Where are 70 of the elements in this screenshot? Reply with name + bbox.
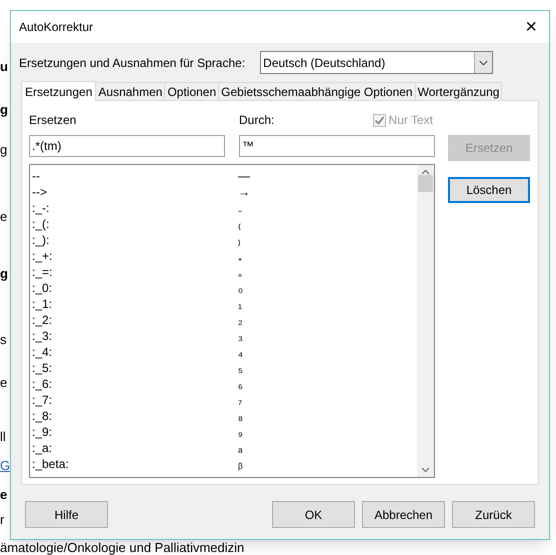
scrollbar[interactable] — [417, 165, 434, 477]
document-heading: u — [0, 60, 8, 73]
table-cell-text: :_+: — [31, 248, 54, 265]
document-link[interactable]: G — [0, 459, 10, 472]
table-cell-text: ₐ — [238, 440, 242, 457]
document-text: e — [0, 376, 8, 389]
table-cell-text: :_a: — [31, 440, 54, 457]
table-cell-text: ₍ — [238, 216, 241, 233]
tab[interactable]: Wortergänzung — [414, 82, 502, 100]
table-cell-text: ₎ — [238, 232, 241, 249]
language-label: Ersetzungen und Ausnahmen für Sprache: — [19, 54, 246, 72]
tab[interactable]: Gebietsschemaabhängige Optionen — [218, 82, 416, 100]
table-cell-text: :_6: — [31, 376, 54, 393]
table-cell-text: :_-: — [31, 200, 50, 217]
dialog-button[interactable]: OK — [272, 501, 355, 528]
table-cell-text: ₄ — [238, 344, 243, 361]
close-button[interactable]: × — [523, 17, 539, 37]
table-cell-text: ₊ — [238, 248, 242, 265]
table-cell-text: ₁ — [238, 296, 242, 313]
scrollbar-thumb[interactable] — [418, 175, 433, 192]
tab[interactable]: Optionen — [164, 82, 220, 100]
document-text: r — [0, 513, 4, 526]
table-cell-text: ₃ — [238, 328, 243, 345]
table-cell-text: :_5: — [31, 360, 54, 377]
table-cell-text: ₂ — [238, 312, 243, 329]
table-cell-text: ₌ — [238, 264, 242, 281]
dialog-button[interactable]: Abbrechen — [362, 501, 445, 528]
table-cell-text: :_7: — [31, 392, 54, 409]
table-cell-text: — — [238, 168, 250, 185]
table-cell-text: --> — [31, 184, 48, 201]
document-heading: g — [0, 267, 8, 280]
text-only-label: Nur Text — [388, 112, 433, 129]
table-cell-text: ₉ — [238, 424, 243, 441]
table-cell-text: ₈ — [238, 408, 243, 425]
table-cell-text: ₀ — [238, 280, 243, 297]
document-text: s — [0, 333, 6, 346]
table-cell-text: ᵦ — [238, 456, 243, 473]
table-cell-text: :_0: — [31, 280, 54, 297]
table-cell-text: :_=: — [31, 264, 54, 281]
language-dropdown[interactable]: Deutsch (Deutschland) — [260, 51, 494, 74]
table-cell-text: :_(: — [31, 216, 50, 233]
table-cell-text: :_3: — [31, 328, 54, 345]
document-text: e — [0, 210, 8, 223]
table-cell-text: -- — [31, 168, 41, 185]
tab[interactable]: Ersetzungen — [21, 81, 96, 101]
delete-button[interactable]: Löschen — [448, 177, 530, 203]
table-cell-text: ₋ — [238, 200, 242, 217]
replace-input[interactable]: .*(tm) — [29, 135, 225, 157]
with-label: Durch: — [239, 112, 274, 129]
document-text: ll — [0, 430, 6, 443]
table-cell-text: :_beta: — [31, 456, 70, 473]
table-cell-text: :_1: — [31, 296, 54, 313]
with-input[interactable]: ™ — [239, 135, 435, 157]
table-cell-text: :_4: — [31, 344, 54, 361]
dialog-button[interactable]: Hilfe — [25, 501, 108, 528]
table-cell-text: :_9: — [31, 424, 54, 441]
document-text: g — [0, 143, 8, 156]
document-text: ämatologie/Onkologie und Palliativmedizin — [0, 541, 244, 554]
document-heading: g — [0, 103, 8, 116]
dialog-button[interactable]: Zurück — [452, 501, 535, 528]
table-cell-text: :_): — [31, 232, 50, 249]
table-cell-text: ₇ — [238, 392, 242, 409]
window-title: AutoKorrektur — [19, 19, 94, 36]
replace-label: Ersetzen — [29, 112, 78, 129]
table-cell-text: :_8: — [31, 408, 54, 425]
document-heading: e — [0, 488, 8, 501]
table-cell-text: ₆ — [238, 376, 243, 393]
table-cell-text: ₅ — [238, 360, 243, 377]
table-cell-text: :_2: — [31, 312, 54, 329]
table-cell-text: → — [238, 184, 250, 201]
